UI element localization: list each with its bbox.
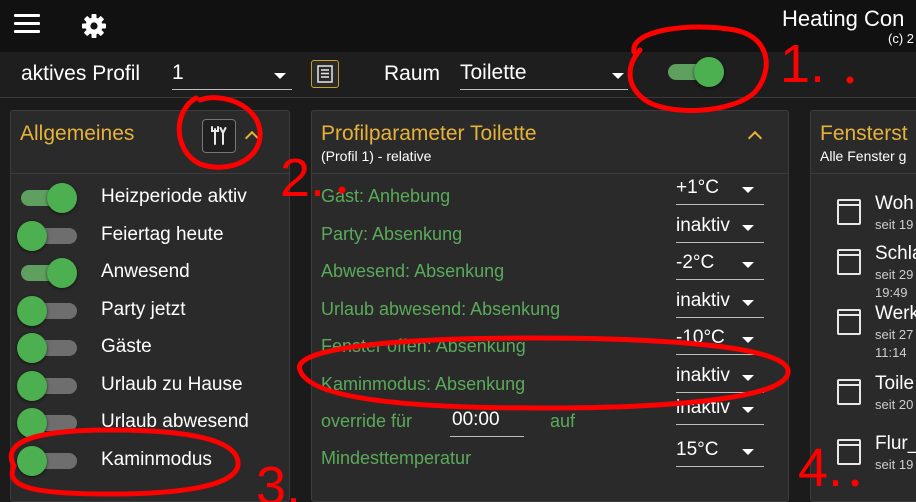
profile-select[interactable]: 1 [172, 58, 292, 90]
override-on-label: auf [550, 411, 576, 431]
toggle-label: Feiertag heute [101, 223, 224, 245]
min-temp-select[interactable]: 15°C [676, 437, 764, 467]
collapse-icon[interactable] [747, 130, 763, 146]
param-value: -2°C [676, 252, 715, 273]
toggle-switch[interactable] [17, 218, 77, 252]
windows-panel: Fensterst Alle Fenster g Woh seit 19 Schla… [810, 110, 916, 502]
room-since: seit 27 [875, 327, 914, 342]
room-since: seit 19 [875, 217, 914, 232]
param-label: Party: Absenkung [321, 223, 463, 244]
master-toggle[interactable] [664, 54, 724, 88]
toggle-switch[interactable] [17, 368, 77, 402]
toggle-switch[interactable] [17, 405, 77, 439]
param-label: Gast: Anhebung [321, 186, 451, 206]
profile-label: aktives Profil [21, 62, 141, 85]
profile-select-value: 1 [172, 61, 184, 84]
param-value: +1°C [676, 177, 719, 198]
min-temp-label: Mindesttemperatur [321, 448, 472, 468]
gear-icon[interactable] [80, 12, 108, 40]
room-name[interactable]: Werk [875, 303, 916, 325]
windows-panel-subtitle: Alle Fenster g [820, 148, 907, 164]
app-title: Heating Con [782, 6, 905, 31]
override-time-input[interactable]: 00:00 [450, 407, 524, 437]
chevron-down-icon [742, 187, 754, 193]
chevron-down-icon [612, 73, 624, 79]
param-select[interactable]: +1°C [676, 175, 764, 205]
room-name[interactable]: Flur_ [875, 433, 916, 455]
profile-panel: Profilparameter Toilette (Profil 1) - re… [311, 110, 789, 502]
override-value: inaktiv [676, 397, 730, 418]
general-panel-title: Allgemeines [20, 122, 135, 145]
param-value: -10°C [676, 327, 725, 348]
windows-panel-title: Fensterst [820, 122, 908, 145]
chevron-down-icon [742, 224, 754, 231]
toggle-label: Urlaub zu Hause [101, 373, 243, 395]
room-name[interactable]: Toile [875, 373, 914, 395]
chevron-down-icon [742, 299, 754, 306]
room-since: seit 20 [875, 397, 914, 412]
document-list-button[interactable] [311, 60, 339, 88]
toggle-switch[interactable] [17, 255, 77, 289]
window-icon [837, 249, 861, 275]
chevron-down-icon [742, 262, 754, 268]
override-value-select[interactable]: inaktiv [676, 395, 764, 425]
window-icon [837, 199, 861, 225]
collapse-icon[interactable] [244, 130, 260, 146]
toggle-switch[interactable] [17, 330, 77, 364]
chevron-down-icon [742, 449, 754, 455]
room-since: seit 19 [875, 457, 914, 472]
window-icon [837, 439, 861, 465]
param-select[interactable]: inaktiv [676, 288, 764, 318]
toolbar: aktives Profil 1 Raum Toilette [0, 52, 916, 98]
room-label: Raum [384, 62, 441, 85]
toggle-label: Urlaub abwesend [101, 411, 249, 432]
param-label: Fenster offen: Absenkung [321, 336, 526, 356]
param-value: inaktiv [676, 289, 730, 311]
param-select[interactable]: -10°C [676, 325, 764, 355]
window-icon [837, 309, 861, 335]
tools-button[interactable] [202, 119, 236, 153]
param-label: Kaminmodus: Absenkung [321, 373, 526, 394]
override-time-value: 00:00 [452, 409, 500, 430]
toggle-label: Kaminmodus [101, 448, 212, 470]
param-select[interactable]: inaktiv [676, 363, 764, 393]
tools-icon [211, 126, 227, 145]
room-select-value: Toilette [460, 61, 527, 84]
room-since: seit 29 [875, 267, 914, 282]
param-label: Urlaub abwesend: Absenkung [321, 298, 561, 319]
room-time: 11:14 [875, 345, 907, 360]
param-label: Abwesend: Absenkung [321, 261, 505, 281]
param-value: inaktiv [676, 364, 730, 386]
menu-icon[interactable] [14, 14, 40, 34]
param-value: inaktiv [676, 214, 730, 236]
room-time: 19:49 [875, 285, 908, 300]
profile-panel-title: Profilparameter Toilette [321, 122, 537, 145]
chevron-down-icon [274, 73, 286, 79]
chevron-down-icon [742, 374, 754, 381]
room-name[interactable]: Schla [875, 243, 916, 265]
chevron-down-icon [742, 407, 754, 413]
min-temp-value: 15°C [676, 439, 719, 460]
toggle-switch[interactable] [17, 443, 77, 477]
toggle-switch[interactable] [17, 180, 77, 214]
toggle-switch[interactable] [17, 293, 77, 327]
general-panel: Allgemeines Heizperiode aktiv Feiertag he… [10, 110, 290, 502]
profile-panel-subtitle: (Profil 1) - relative [321, 148, 432, 164]
app-bar: Heating Con (c) 2 [0, 0, 916, 52]
room-name[interactable]: Woh [875, 193, 914, 215]
toggle-label: Gäste [101, 336, 152, 357]
window-icon [837, 379, 861, 405]
toggle-label: Anwesend [101, 261, 190, 282]
toggle-label: Party jetzt [101, 298, 186, 320]
room-select[interactable]: Toilette [460, 58, 628, 90]
param-select[interactable]: inaktiv [676, 213, 764, 243]
param-select[interactable]: -2°C [676, 250, 764, 280]
document-list-icon [317, 65, 333, 83]
override-label: override für [321, 411, 413, 431]
app-copyright: (c) 2 [888, 31, 914, 46]
chevron-down-icon [742, 337, 754, 343]
toggle-label: Heizperiode aktiv [101, 186, 247, 207]
